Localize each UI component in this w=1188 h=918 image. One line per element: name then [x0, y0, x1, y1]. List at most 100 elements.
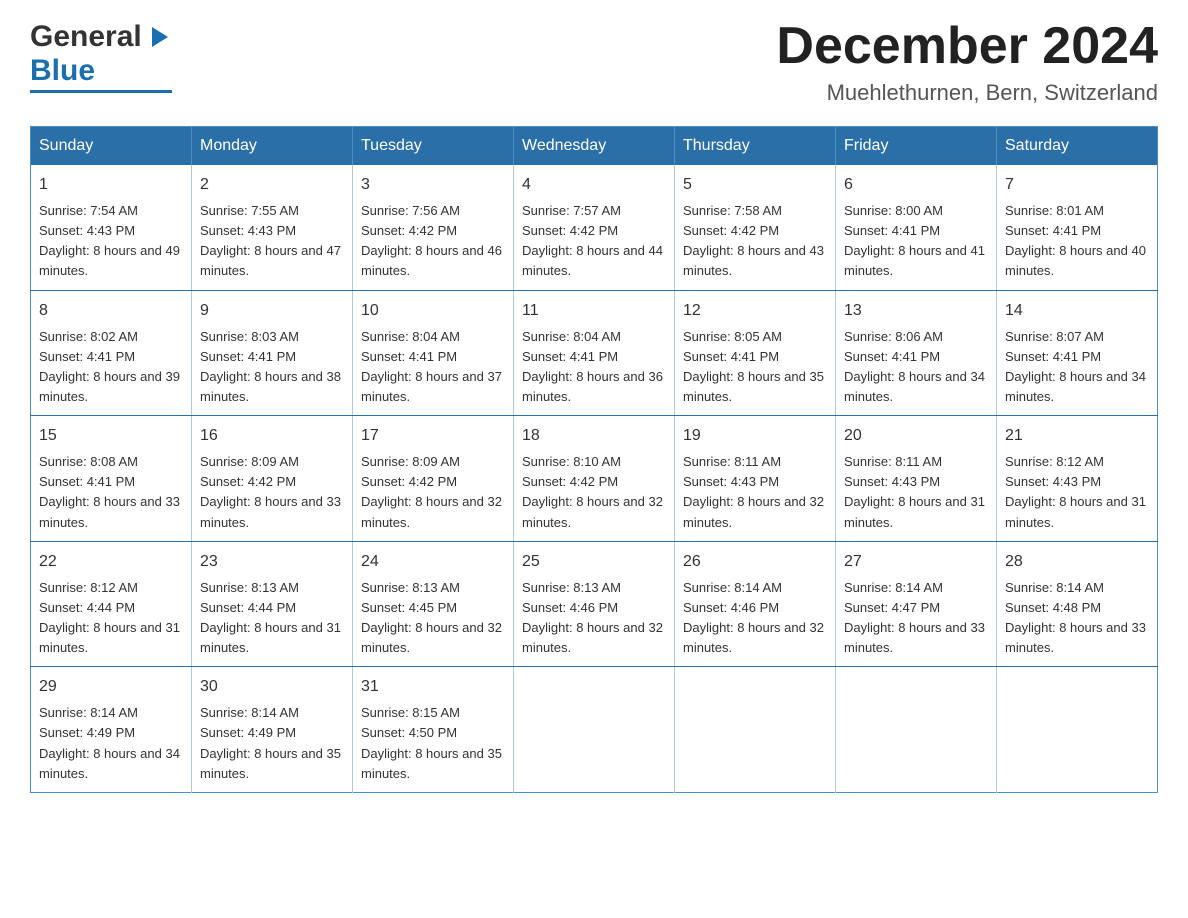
calendar-cell: 5 Sunrise: 7:58 AMSunset: 4:42 PMDaylight…	[675, 165, 836, 290]
calendar-cell: 24Sunrise: 8:13 AMSunset: 4:45 PMDayligh…	[353, 541, 514, 667]
calendar-week-row: 1 Sunrise: 7:54 AMSunset: 4:43 PMDaylight…	[31, 165, 1158, 290]
calendar-cell: 13 Sunrise: 8:06 AMSunset: 4:41 PMDayligh…	[836, 290, 997, 416]
day-info: Sunrise: 8:14 AMSunset: 4:46 PMDaylight:…	[683, 580, 824, 655]
day-info: Sunrise: 8:09 AMSunset: 4:42 PMDaylight:…	[200, 454, 341, 529]
day-number: 5	[683, 173, 827, 197]
calendar-cell: 15 Sunrise: 8:08 AMSunset: 4:41 PMDayligh…	[31, 416, 192, 542]
calendar-cell: 14 Sunrise: 8:07 AMSunset: 4:41 PMDayligh…	[997, 290, 1158, 416]
day-info: Sunrise: 8:13 AMSunset: 4:44 PMDaylight:…	[200, 580, 341, 655]
day-number: 26	[683, 550, 827, 574]
day-number: 4	[522, 173, 666, 197]
weekday-header-saturday: Saturday	[997, 127, 1158, 166]
calendar-week-row: 29 Sunrise: 8:14 AMSunset: 4:49 PMDayligh…	[31, 667, 1158, 793]
day-number: 25	[522, 550, 666, 574]
day-number: 12	[683, 299, 827, 323]
day-number: 10	[361, 299, 505, 323]
day-info: Sunrise: 8:09 AMSunset: 4:42 PMDaylight:…	[361, 454, 502, 529]
month-year-title: December 2024	[776, 20, 1158, 72]
day-number: 29	[39, 675, 183, 699]
calendar-cell: 8 Sunrise: 8:02 AMSunset: 4:41 PMDaylight…	[31, 290, 192, 416]
day-number: 21	[1005, 424, 1149, 448]
day-number: 17	[361, 424, 505, 448]
calendar-cell: 28 Sunrise: 8:14 AMSunset: 4:48 PMDayligh…	[997, 541, 1158, 667]
calendar-cell: 21 Sunrise: 8:12 AMSunset: 4:43 PMDayligh…	[997, 416, 1158, 542]
day-info: Sunrise: 8:02 AMSunset: 4:41 PMDaylight:…	[39, 329, 180, 404]
day-info: Sunrise: 8:10 AMSunset: 4:42 PMDaylight:…	[522, 454, 663, 529]
calendar-cell: 3Sunrise: 7:56 AMSunset: 4:42 PMDaylight…	[353, 165, 514, 290]
day-info: Sunrise: 8:01 AMSunset: 4:41 PMDaylight:…	[1005, 203, 1146, 278]
day-number: 31	[361, 675, 505, 699]
day-info: Sunrise: 7:58 AMSunset: 4:42 PMDaylight:…	[683, 203, 824, 278]
calendar-cell: 6Sunrise: 8:00 AMSunset: 4:41 PMDaylight…	[836, 165, 997, 290]
calendar-cell	[675, 667, 836, 793]
day-info: Sunrise: 8:04 AMSunset: 4:41 PMDaylight:…	[361, 329, 502, 404]
day-number: 8	[39, 299, 183, 323]
day-number: 7	[1005, 173, 1149, 197]
weekday-header-tuesday: Tuesday	[353, 127, 514, 166]
day-number: 27	[844, 550, 988, 574]
calendar-cell: 26 Sunrise: 8:14 AMSunset: 4:46 PMDayligh…	[675, 541, 836, 667]
calendar-cell	[836, 667, 997, 793]
day-info: Sunrise: 8:06 AMSunset: 4:41 PMDaylight:…	[844, 329, 985, 404]
day-info: Sunrise: 8:14 AMSunset: 4:49 PMDaylight:…	[200, 705, 341, 780]
page-header: General Blue December 2024 Muehlethurnen…	[30, 20, 1158, 106]
day-info: Sunrise: 8:15 AMSunset: 4:50 PMDaylight:…	[361, 705, 502, 780]
day-info: Sunrise: 8:11 AMSunset: 4:43 PMDaylight:…	[844, 454, 985, 529]
calendar-cell: 16Sunrise: 8:09 AMSunset: 4:42 PMDayligh…	[192, 416, 353, 542]
calendar-cell: 25 Sunrise: 8:13 AMSunset: 4:46 PMDayligh…	[514, 541, 675, 667]
day-info: Sunrise: 8:14 AMSunset: 4:49 PMDaylight:…	[39, 705, 180, 780]
calendar-cell: 9 Sunrise: 8:03 AMSunset: 4:41 PMDaylight…	[192, 290, 353, 416]
calendar-cell: 11Sunrise: 8:04 AMSunset: 4:41 PMDayligh…	[514, 290, 675, 416]
day-number: 14	[1005, 299, 1149, 323]
calendar-cell: 31 Sunrise: 8:15 AMSunset: 4:50 PMDayligh…	[353, 667, 514, 793]
day-number: 1	[39, 173, 183, 197]
day-info: Sunrise: 7:54 AMSunset: 4:43 PMDaylight:…	[39, 203, 180, 278]
day-info: Sunrise: 8:14 AMSunset: 4:48 PMDaylight:…	[1005, 580, 1146, 655]
day-info: Sunrise: 8:05 AMSunset: 4:41 PMDaylight:…	[683, 329, 824, 404]
weekday-header-sunday: Sunday	[31, 127, 192, 166]
day-info: Sunrise: 8:07 AMSunset: 4:41 PMDaylight:…	[1005, 329, 1146, 404]
day-info: Sunrise: 7:55 AMSunset: 4:43 PMDaylight:…	[200, 203, 341, 278]
day-info: Sunrise: 8:14 AMSunset: 4:47 PMDaylight:…	[844, 580, 985, 655]
weekday-header-row: SundayMondayTuesdayWednesdayThursdayFrid…	[31, 127, 1158, 166]
logo-general-text: General	[30, 20, 142, 54]
day-info: Sunrise: 8:12 AMSunset: 4:43 PMDaylight:…	[1005, 454, 1146, 529]
day-number: 15	[39, 424, 183, 448]
title-section: December 2024 Muehlethurnen, Bern, Switz…	[776, 20, 1158, 106]
calendar-cell: 29 Sunrise: 8:14 AMSunset: 4:49 PMDayligh…	[31, 667, 192, 793]
day-number: 18	[522, 424, 666, 448]
calendar-cell: 12 Sunrise: 8:05 AMSunset: 4:41 PMDayligh…	[675, 290, 836, 416]
calendar-cell: 4 Sunrise: 7:57 AMSunset: 4:42 PMDaylight…	[514, 165, 675, 290]
day-number: 19	[683, 424, 827, 448]
calendar-cell	[514, 667, 675, 793]
calendar-week-row: 15 Sunrise: 8:08 AMSunset: 4:41 PMDayligh…	[31, 416, 1158, 542]
day-number: 23	[200, 550, 344, 574]
logo-underline	[30, 90, 172, 93]
calendar-cell: 27 Sunrise: 8:14 AMSunset: 4:47 PMDayligh…	[836, 541, 997, 667]
logo-triangle-icon	[144, 23, 172, 51]
calendar-cell: 2Sunrise: 7:55 AMSunset: 4:43 PMDaylight…	[192, 165, 353, 290]
day-info: Sunrise: 8:00 AMSunset: 4:41 PMDaylight:…	[844, 203, 985, 278]
day-number: 13	[844, 299, 988, 323]
logo-blue-text: Blue	[30, 54, 95, 88]
day-info: Sunrise: 8:13 AMSunset: 4:46 PMDaylight:…	[522, 580, 663, 655]
day-number: 9	[200, 299, 344, 323]
calendar-cell: 1 Sunrise: 7:54 AMSunset: 4:43 PMDaylight…	[31, 165, 192, 290]
logo: General Blue	[30, 20, 172, 93]
day-number: 20	[844, 424, 988, 448]
day-number: 22	[39, 550, 183, 574]
day-number: 24	[361, 550, 505, 574]
day-info: Sunrise: 7:57 AMSunset: 4:42 PMDaylight:…	[522, 203, 663, 278]
calendar-cell: 22Sunrise: 8:12 AMSunset: 4:44 PMDayligh…	[31, 541, 192, 667]
calendar-table: SundayMondayTuesdayWednesdayThursdayFrid…	[30, 126, 1158, 793]
calendar-cell: 23 Sunrise: 8:13 AMSunset: 4:44 PMDayligh…	[192, 541, 353, 667]
day-number: 28	[1005, 550, 1149, 574]
weekday-header-wednesday: Wednesday	[514, 127, 675, 166]
location-subtitle: Muehlethurnen, Bern, Switzerland	[776, 80, 1158, 106]
day-info: Sunrise: 8:08 AMSunset: 4:41 PMDaylight:…	[39, 454, 180, 529]
weekday-header-friday: Friday	[836, 127, 997, 166]
calendar-cell: 20 Sunrise: 8:11 AMSunset: 4:43 PMDayligh…	[836, 416, 997, 542]
calendar-cell: 7 Sunrise: 8:01 AMSunset: 4:41 PMDaylight…	[997, 165, 1158, 290]
day-info: Sunrise: 8:03 AMSunset: 4:41 PMDaylight:…	[200, 329, 341, 404]
day-info: Sunrise: 8:04 AMSunset: 4:41 PMDaylight:…	[522, 329, 663, 404]
